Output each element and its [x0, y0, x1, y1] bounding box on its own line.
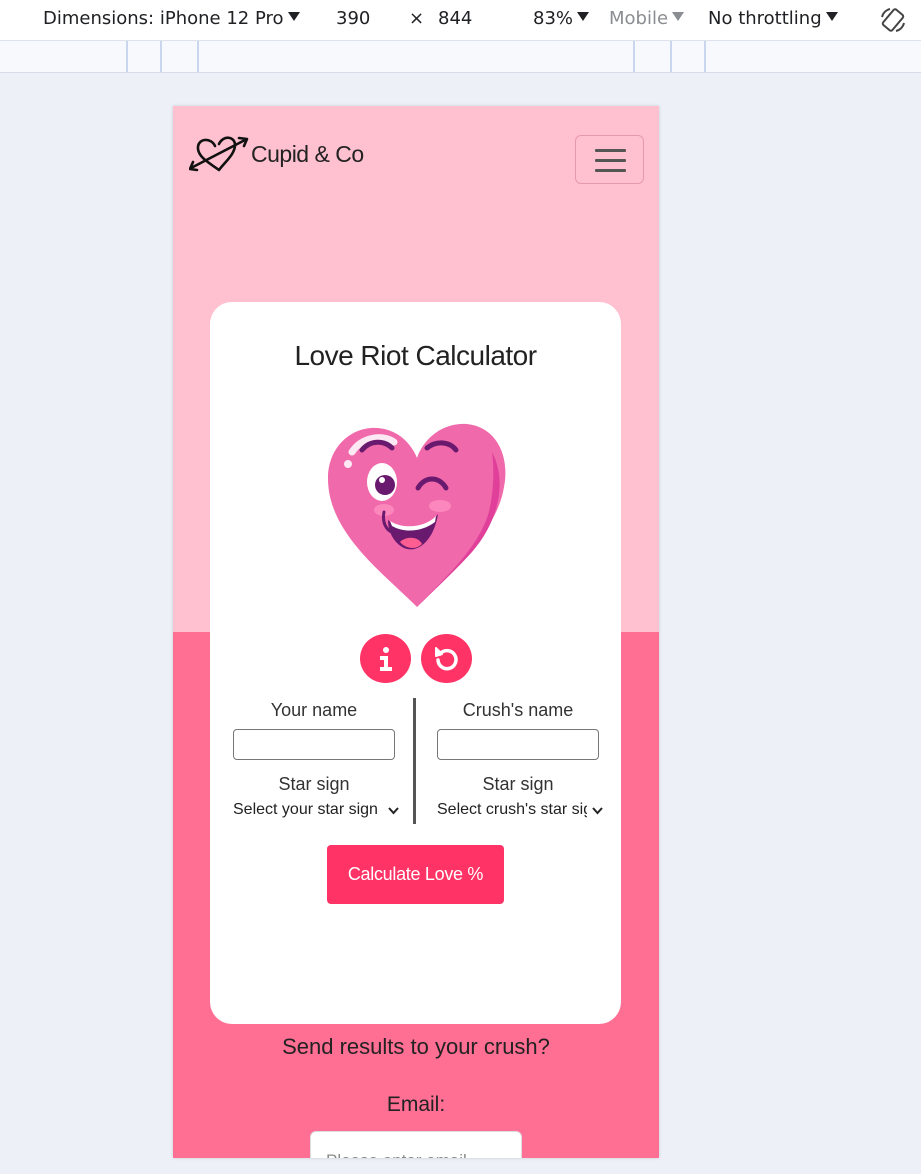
- hamburger-menu-button[interactable]: [575, 135, 644, 184]
- crush-star-sign-select[interactable]: Select crush's star sign: [428, 801, 608, 823]
- menu-bar-icon: [595, 159, 626, 162]
- winking-heart-illustration: [327, 423, 506, 607]
- card-title: Love Riot Calculator: [294, 340, 537, 371]
- your-name-input[interactable]: [233, 729, 395, 760]
- dropdown-arrow-icon: [577, 12, 590, 21]
- info-button[interactable]: [360, 634, 411, 683]
- calculate-love-button[interactable]: Calculate Love %: [327, 845, 504, 904]
- rotate-device-icon[interactable]: [878, 5, 908, 35]
- your-star-sign-select[interactable]: Select your star sign: [224, 801, 404, 823]
- width-field[interactable]: 390: [336, 8, 370, 29]
- device-viewport: Cupid & Co Love Riot Calculator Your nam…: [173, 106, 659, 1158]
- heart-arrow-logo-icon: [189, 136, 249, 172]
- reset-button[interactable]: [421, 634, 472, 683]
- dropdown-arrow-icon: [287, 12, 300, 21]
- times-sign: ×: [409, 8, 425, 29]
- mode-dropdown[interactable]: Mobile: [609, 8, 685, 29]
- your-details-column: Your name Star sign Select your star sig…: [224, 698, 404, 823]
- devtools-toolbar: Dimensions: iPhone 12 Pro 390 × 844 83% …: [0, 0, 921, 40]
- chevron-down-icon: [388, 807, 399, 815]
- your-star-sign-value: Select your star sign: [233, 801, 378, 818]
- crush-name-label: Crush's name: [462, 700, 574, 720]
- dimensions-label: Dimensions: iPhone 12 Pro: [43, 8, 284, 29]
- crush-name-input[interactable]: [437, 729, 599, 760]
- dropdown-arrow-icon: [672, 12, 685, 21]
- crush-star-sign-label: Star sign: [482, 774, 554, 794]
- media-query-ruler[interactable]: [0, 40, 921, 73]
- reset-icon: [434, 646, 458, 670]
- brand-name: Cupid & Co: [251, 140, 364, 167]
- throttling-label: No throttling: [708, 8, 822, 29]
- your-star-sign-label: Star sign: [278, 774, 350, 794]
- height-field[interactable]: 844: [438, 8, 472, 29]
- crush-details-column: Crush's name Star sign Select crush's st…: [428, 698, 608, 823]
- menu-bar-icon: [595, 169, 626, 172]
- dimensions-dropdown[interactable]: Dimensions: iPhone 12 Pro: [43, 8, 300, 29]
- zoom-dropdown[interactable]: 83%: [533, 8, 590, 29]
- zoom-label: 83%: [533, 8, 574, 29]
- chevron-down-icon: [592, 807, 603, 815]
- column-divider: [413, 698, 416, 824]
- navbar: Cupid & Co: [173, 106, 659, 206]
- email-label: Email:: [386, 1093, 446, 1116]
- brand-link[interactable]: Cupid & Co: [189, 132, 364, 176]
- mode-label: Mobile: [609, 8, 669, 29]
- send-results-heading: Send results to your crush?: [282, 1034, 550, 1059]
- throttling-dropdown[interactable]: No throttling: [708, 8, 838, 29]
- menu-bar-icon: [595, 149, 626, 152]
- info-icon: [379, 646, 392, 671]
- dropdown-arrow-icon: [825, 12, 838, 21]
- calculator-card: Love Riot Calculator Your name Star sign…: [210, 302, 621, 1024]
- crush-star-sign-value: Select crush's star sign: [437, 801, 587, 818]
- email-input[interactable]: [310, 1131, 522, 1158]
- your-name-label: Your name: [270, 700, 358, 720]
